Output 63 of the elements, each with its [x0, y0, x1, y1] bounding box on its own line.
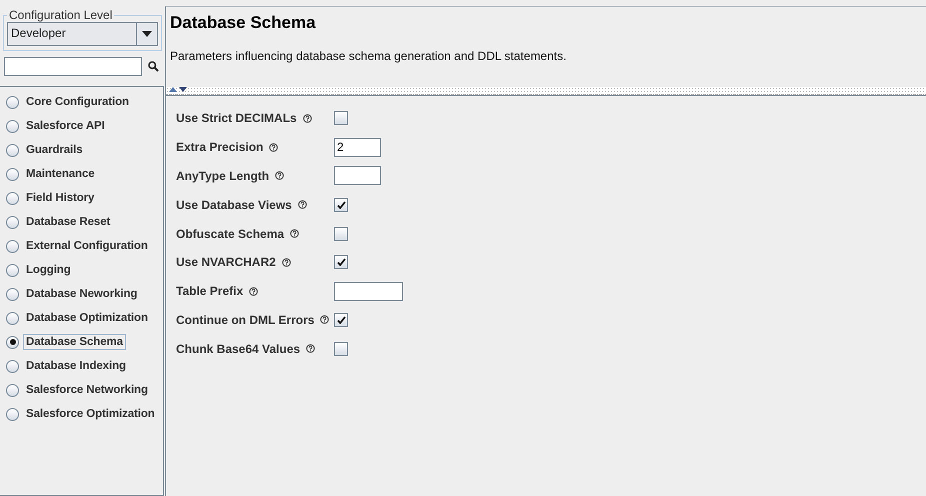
setting-label: Obfuscate Schema	[176, 226, 284, 241]
radio-button[interactable]	[6, 360, 19, 372]
sidebar-item[interactable]: Guardrails	[23, 142, 86, 158]
radio-button[interactable]	[6, 384, 19, 396]
help-icon[interactable]	[290, 229, 300, 238]
radio-button[interactable]	[6, 168, 19, 180]
sidebar-item[interactable]: Database Optimization	[23, 310, 151, 326]
setting-label: Table Prefix	[176, 284, 244, 298]
setting-label: Use Strict DECIMALs	[176, 111, 297, 126]
radio-button[interactable]	[6, 264, 19, 276]
help-icon[interactable]	[282, 258, 291, 267]
input-field[interactable]: 2	[334, 138, 381, 157]
group-legend: Configuration Level	[7, 8, 114, 22]
checkbox[interactable]	[334, 226, 348, 241]
sidebar-item[interactable]: External Configuration	[23, 238, 151, 254]
search-field[interactable]	[4, 57, 142, 76]
sidebar-item[interactable]: Logging	[23, 262, 74, 278]
search-icon[interactable]	[148, 61, 159, 72]
radio-button[interactable]	[6, 408, 19, 420]
help-icon[interactable]	[275, 171, 284, 180]
setting-label: Extra Precision	[176, 140, 264, 154]
radio-button[interactable]	[6, 240, 19, 252]
checkbox[interactable]	[334, 255, 348, 270]
sidebar-item[interactable]: Core Configuration	[23, 94, 132, 110]
collapse-arrows-icon[interactable]	[169, 87, 187, 92]
sidebar-item[interactable]: Field History	[23, 190, 98, 206]
config-level-dropdown[interactable]: Developer	[7, 22, 158, 46]
radio-button[interactable]	[6, 192, 19, 204]
radio-button[interactable]	[6, 144, 19, 156]
help-icon[interactable]	[320, 315, 330, 324]
sidebar-item[interactable]: Maintenance	[23, 166, 98, 182]
radio-button[interactable]	[6, 216, 19, 228]
sidebar-item[interactable]: Salesforce API	[23, 118, 108, 134]
radio-button[interactable]	[6, 336, 19, 348]
checkbox[interactable]	[334, 111, 348, 126]
setting-label: Continue on DML Errors	[176, 312, 314, 327]
input-field[interactable]	[334, 282, 403, 301]
radio-button[interactable]	[6, 120, 19, 132]
help-icon[interactable]	[249, 286, 258, 296]
sidebar-item[interactable]: Salesforce Networking	[23, 382, 151, 398]
setting-label: Use Database Views	[176, 198, 292, 212]
input-field[interactable]	[334, 166, 381, 186]
help-icon[interactable]	[298, 200, 307, 210]
setting-label: Use NVARCHAR2	[176, 255, 276, 270]
checkbox[interactable]	[334, 342, 348, 356]
caret-icon	[142, 31, 152, 37]
sidebar-item[interactable]: Database Reset	[23, 214, 114, 230]
radio-button[interactable]	[6, 312, 19, 324]
help-icon[interactable]	[306, 344, 316, 354]
radio-button[interactable]	[6, 288, 19, 300]
checkbox[interactable]	[334, 312, 348, 327]
page-title: Database Schema	[170, 13, 317, 33]
help-icon[interactable]	[269, 142, 278, 152]
help-icon[interactable]	[302, 114, 312, 123]
page-description: Parameters influencing database schema generation and DDL statements.	[170, 49, 568, 63]
setting-label: Chunk Base64 Values	[176, 342, 300, 356]
sidebar-item[interactable]: Salesforce Optimization	[23, 406, 158, 422]
radio-button[interactable]	[6, 96, 19, 108]
sidebar-item[interactable]: Database Schema	[23, 334, 126, 350]
checkbox[interactable]	[334, 198, 348, 212]
setting-label: AnyType Length	[176, 168, 270, 183]
sidebar-item[interactable]: Database Neworking	[23, 286, 140, 302]
sidebar-item[interactable]: Database Indexing	[23, 358, 129, 374]
